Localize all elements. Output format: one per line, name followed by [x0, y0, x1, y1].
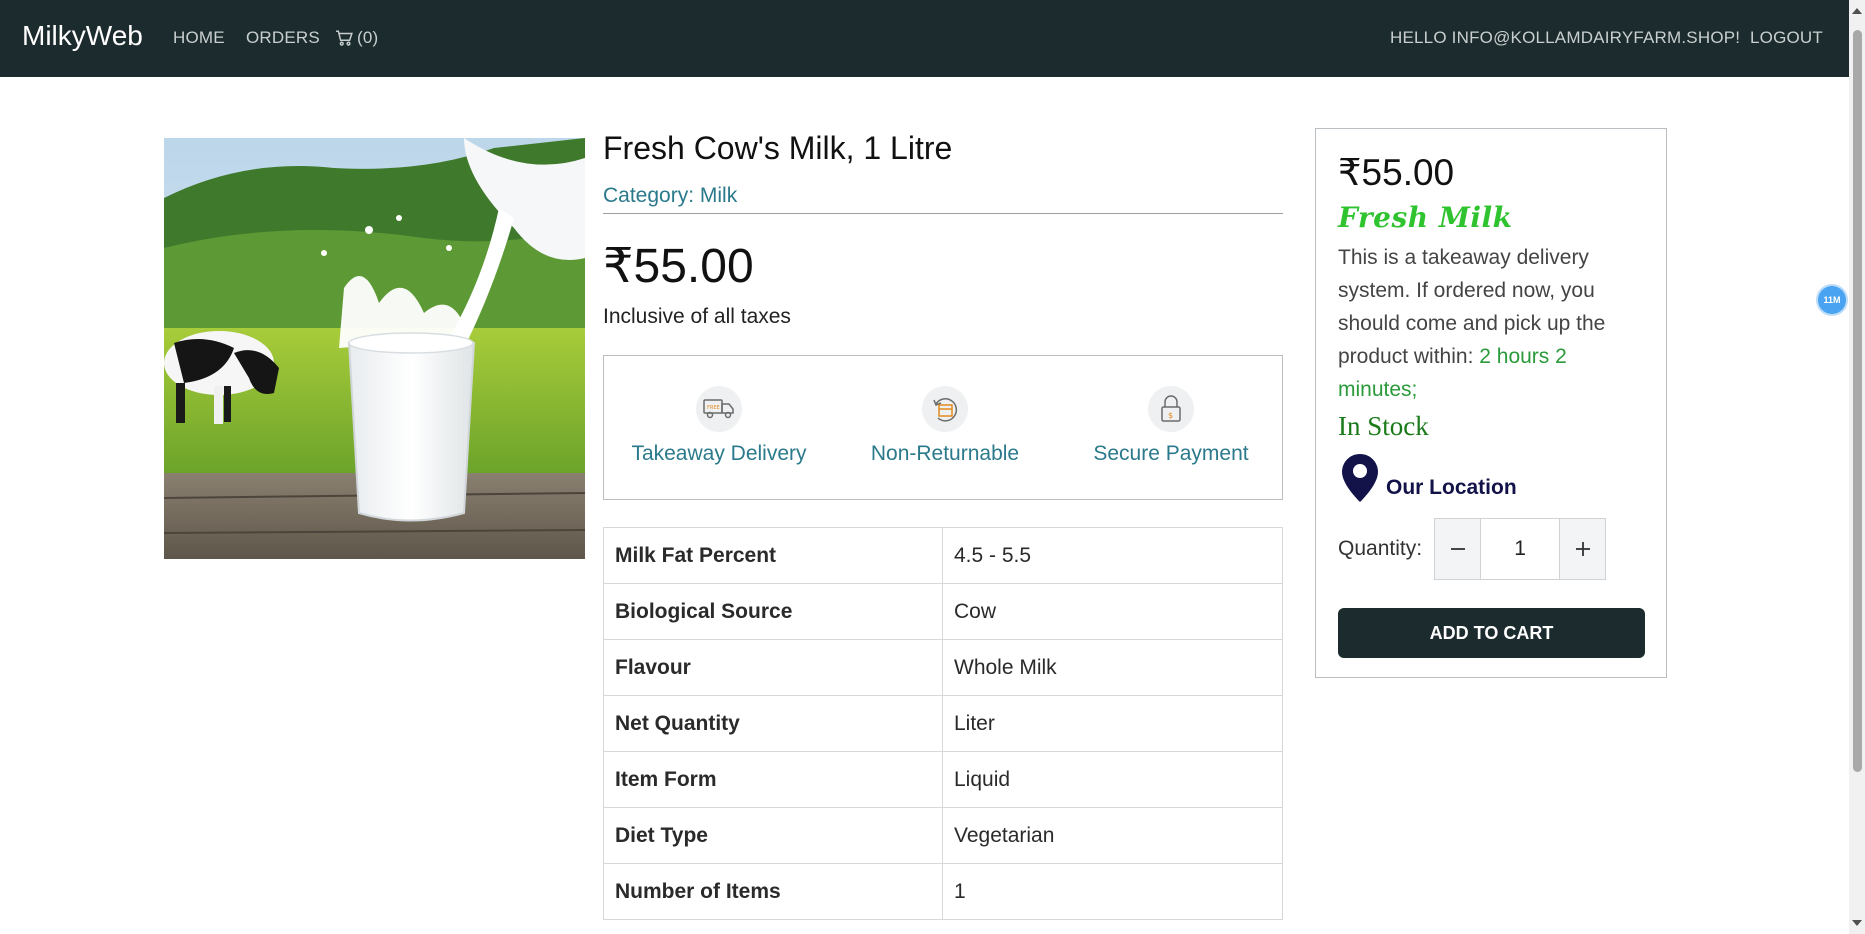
quantity-stepper: 1 [1434, 518, 1607, 580]
nav-home-link[interactable]: HOME [173, 28, 225, 48]
svg-text:FREE: FREE [707, 405, 720, 411]
table-row: Biological Source Cow [603, 583, 1283, 640]
feature-takeaway-delivery[interactable]: FREE Takeaway Delivery [606, 386, 832, 466]
spec-key: Diet Type [603, 807, 943, 864]
spec-key: Biological Source [603, 583, 943, 640]
plus-icon [1575, 542, 1590, 556]
spec-key: Item Form [603, 751, 943, 808]
table-row: Flavour Whole Milk [603, 639, 1283, 696]
nav-orders-link[interactable]: ORDERS [246, 28, 320, 48]
spec-value: Cow [942, 583, 1283, 640]
feature-label: Takeaway Delivery [631, 442, 807, 465]
pickup-description: This is a takeaway delivery system. If o… [1338, 241, 1648, 406]
brand-logo[interactable]: MilkyWeb [22, 20, 143, 52]
table-row: Item Form Liquid [603, 751, 1283, 808]
product-title: Fresh Cow's Milk, 1 Litre [603, 130, 953, 166]
nav-cart-link[interactable]: (0) [335, 28, 378, 48]
buybox-price: ₹55.00 [1338, 152, 1455, 193]
divider [603, 213, 1283, 214]
buy-box: ₹55.00 Fresh Milk This is a takeaway del… [1315, 128, 1667, 678]
spec-value: Whole Milk [942, 639, 1283, 696]
spec-value: Liter [942, 695, 1283, 752]
product-specs-table: Milk Fat Percent 4.5 - 5.5 Biological So… [603, 527, 1283, 920]
scroll-down-arrow-icon[interactable] [1852, 920, 1862, 926]
location-label: Our Location [1386, 476, 1517, 499]
non-returnable-box-icon [922, 386, 968, 432]
quantity-row: Quantity: 1 [1338, 518, 1607, 580]
logout-link[interactable]: LOGOUT [1750, 28, 1823, 48]
feature-secure-payment[interactable]: $ Secure Payment [1058, 386, 1284, 466]
scroll-up-arrow-icon[interactable] [1852, 8, 1862, 14]
user-greeting[interactable]: HELLO INFO@KOLLAMDAIRYFARM.SHOP! [1390, 28, 1740, 48]
svg-text:$: $ [1168, 411, 1173, 420]
product-image [164, 138, 585, 559]
spec-key: Milk Fat Percent [603, 527, 943, 584]
table-row: Milk Fat Percent 4.5 - 5.5 [603, 527, 1283, 584]
top-navbar: MilkyWeb HOME ORDERS (0) HELLO INFO@KOLL… [0, 0, 1849, 77]
spec-value: 4.5 - 5.5 [942, 527, 1283, 584]
product-category-link[interactable]: Category: Milk [603, 184, 737, 208]
free-delivery-truck-icon: FREE [696, 386, 742, 432]
spec-value: Liquid [942, 751, 1283, 808]
feature-box: FREE Takeaway Delivery Non-Returnable $ … [603, 355, 1283, 500]
quantity-input[interactable]: 1 [1480, 519, 1561, 579]
fresh-milk-tagline: Fresh Milk [1338, 201, 1513, 234]
spec-value: Vegetarian [942, 807, 1283, 864]
page-scrollbar[interactable] [1849, 0, 1865, 934]
feature-label: Secure Payment [1093, 442, 1249, 465]
spec-key: Number of Items [603, 863, 943, 920]
minus-icon [1450, 548, 1465, 550]
table-row: Net Quantity Liter [603, 695, 1283, 752]
our-location-link[interactable]: Our Location [1342, 454, 1517, 502]
product-price: ₹55.00 [603, 240, 754, 293]
spec-key: Flavour [603, 639, 943, 696]
spec-value: 1 [942, 863, 1283, 920]
cart-count: (0) [357, 28, 379, 47]
increase-quantity-button[interactable] [1560, 519, 1606, 579]
table-row: Diet Type Vegetarian [603, 807, 1283, 864]
cart-icon [336, 30, 353, 46]
decrease-quantity-button[interactable] [1435, 519, 1481, 579]
map-pin-icon [1342, 454, 1378, 502]
feature-label: Non-Returnable [870, 442, 1020, 465]
scrollbar-thumb[interactable] [1853, 30, 1862, 772]
stock-status: In Stock [1338, 411, 1429, 441]
tax-note: Inclusive of all taxes [603, 305, 791, 328]
spec-key: Net Quantity [603, 695, 943, 752]
feature-non-returnable[interactable]: Non-Returnable [832, 386, 1058, 466]
add-to-cart-button[interactable]: ADD TO CART [1338, 608, 1645, 658]
table-row: Number of Items 1 [603, 863, 1283, 920]
secure-payment-lock-icon: $ [1148, 386, 1194, 432]
floating-badge[interactable]: 11M [1818, 286, 1846, 314]
quantity-label: Quantity: [1338, 537, 1423, 560]
